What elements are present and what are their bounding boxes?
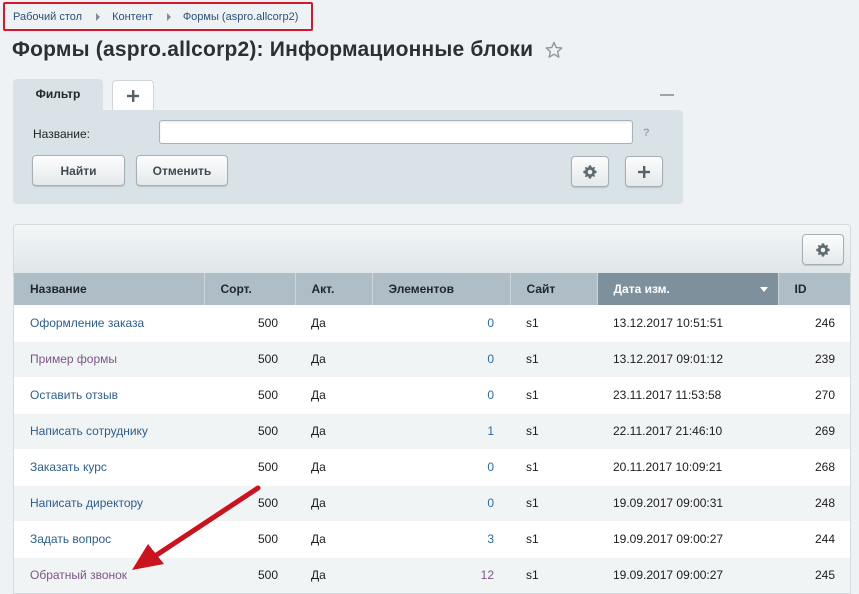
cancel-button[interactable]: Отменить: [136, 155, 228, 186]
iblock-name-link[interactable]: Оставить отзыв: [30, 388, 118, 402]
site-cell: s1: [510, 305, 597, 342]
page-title: Формы (aspro.allcorp2): Информационные б…: [12, 38, 534, 61]
id-cell: 270: [778, 377, 850, 414]
filter-help-icon[interactable]: ?: [643, 127, 650, 139]
elements-count-link[interactable]: 12: [372, 557, 510, 593]
site-cell: s1: [510, 449, 597, 486]
minus-icon[interactable]: [660, 94, 674, 96]
date-cell: 20.11.2017 10:09:21: [597, 449, 778, 486]
sort-desc-icon: [759, 287, 768, 292]
active-cell: Да: [295, 521, 372, 558]
site-cell: s1: [510, 485, 597, 522]
iblock-name-link[interactable]: Написать директору: [30, 496, 143, 510]
grid-settings-button[interactable]: [802, 234, 844, 265]
site-cell: s1: [510, 377, 597, 414]
id-cell: 244: [778, 521, 850, 558]
date-cell: 19.09.2017 09:00:27: [597, 521, 778, 558]
site-cell: s1: [510, 341, 597, 378]
elements-count-link[interactable]: 0: [372, 449, 510, 486]
id-cell: 268: [778, 449, 850, 486]
star-icon[interactable]: [545, 41, 563, 59]
iblock-name-link[interactable]: Написать сотруднику: [30, 424, 148, 438]
elements-count-link[interactable]: 1: [372, 413, 510, 450]
gear-icon: [583, 164, 597, 179]
column-header-sort[interactable]: Сорт.: [204, 273, 296, 305]
id-cell: 246: [778, 305, 850, 342]
tab-filter[interactable]: Фильтр: [13, 79, 103, 112]
column-header-date-label: Дата изм.: [613, 282, 670, 296]
iblock-name-link[interactable]: Пример формы: [30, 352, 117, 366]
active-cell: Да: [295, 449, 372, 486]
table-row[interactable]: Заказать курс 500 Да 0 s1 20.11.2017 10:…: [14, 449, 850, 486]
column-header-id[interactable]: ID: [778, 273, 850, 305]
iblock-name-link[interactable]: Оформление заказа: [30, 316, 144, 330]
gear-icon: [816, 242, 830, 257]
red-arrow-annotation: [132, 485, 261, 570]
elements-count-link[interactable]: 0: [372, 485, 510, 522]
table-header-row: Название Сорт. Акт. Элементов Сайт Дата …: [14, 273, 850, 305]
table-row[interactable]: Пример формы 500 Да 0 s1 13.12.2017 09:0…: [14, 341, 850, 378]
breadcrumb-item-forms[interactable]: Формы (aspro.allcorp2): [183, 11, 299, 23]
date-cell: 22.11.2017 21:46:10: [597, 413, 778, 450]
column-header-elements[interactable]: Элементов: [372, 273, 511, 305]
sort-cell: 500: [204, 377, 295, 414]
active-cell: Да: [295, 377, 372, 414]
active-cell: Да: [295, 557, 372, 593]
column-header-date[interactable]: Дата изм.: [597, 273, 779, 305]
date-cell: 23.11.2017 11:53:58: [597, 377, 778, 414]
iblock-name-link[interactable]: Заказать курс: [30, 460, 107, 474]
find-button[interactable]: Найти: [32, 155, 125, 186]
table-row[interactable]: Оставить отзыв 500 Да 0 s1 23.11.2017 11…: [14, 377, 850, 414]
site-cell: s1: [510, 521, 597, 558]
table-row[interactable]: Написать сотруднику 500 Да 1 s1 22.11.20…: [14, 413, 850, 450]
id-cell: 269: [778, 413, 850, 450]
iblock-name-link[interactable]: Задать вопрос: [30, 532, 111, 546]
chevron-right-icon: [96, 12, 101, 21]
breadcrumb-item-content[interactable]: Контент: [112, 11, 153, 23]
grid-toolbar: [14, 225, 850, 273]
active-cell: Да: [295, 485, 372, 522]
elements-count-link[interactable]: 0: [372, 305, 510, 342]
id-cell: 245: [778, 557, 850, 593]
plus-icon: [638, 165, 650, 178]
table-row[interactable]: Оформление заказа 500 Да 0 s1 13.12.2017…: [14, 305, 850, 342]
filter-name-label: Название:: [33, 127, 90, 141]
add-filter-field-button[interactable]: [625, 156, 663, 187]
sort-cell: 500: [204, 413, 295, 450]
site-cell: s1: [510, 413, 597, 450]
active-cell: Да: [295, 305, 372, 342]
date-cell: 19.09.2017 09:00:31: [597, 485, 778, 522]
filter-name-input[interactable]: [159, 120, 633, 144]
active-cell: Да: [295, 413, 372, 450]
sort-cell: 500: [204, 449, 295, 486]
date-cell: 13.12.2017 09:01:12: [597, 341, 778, 378]
sort-cell: 500: [204, 341, 295, 378]
id-cell: 248: [778, 485, 850, 522]
plus-icon: [127, 89, 139, 102]
breadcrumb: Рабочий стол Контент Формы (aspro.allcor…: [3, 2, 313, 31]
filter-settings-button[interactable]: [571, 156, 609, 187]
elements-count-link[interactable]: 0: [372, 341, 510, 378]
column-header-active[interactable]: Акт.: [295, 273, 373, 305]
active-cell: Да: [295, 341, 372, 378]
column-header-name[interactable]: Название: [14, 273, 205, 305]
page-title-row: Формы (aspro.allcorp2): Информационные б…: [12, 38, 563, 62]
column-header-site[interactable]: Сайт: [510, 273, 598, 305]
site-cell: s1: [510, 557, 597, 593]
date-cell: 13.12.2017 10:51:51: [597, 305, 778, 342]
id-cell: 239: [778, 341, 850, 378]
tab-filter-label: Фильтр: [35, 86, 81, 101]
elements-count-link[interactable]: 0: [372, 377, 510, 414]
chevron-right-icon: [166, 12, 171, 21]
breadcrumb-item-desktop[interactable]: Рабочий стол: [13, 11, 82, 23]
date-cell: 19.09.2017 09:00:27: [597, 557, 778, 593]
sort-cell: 500: [204, 305, 295, 342]
elements-count-link[interactable]: 3: [372, 521, 510, 558]
iblock-name-link[interactable]: Обратный звонок: [30, 568, 127, 582]
add-filter-tab-button[interactable]: [112, 80, 154, 110]
